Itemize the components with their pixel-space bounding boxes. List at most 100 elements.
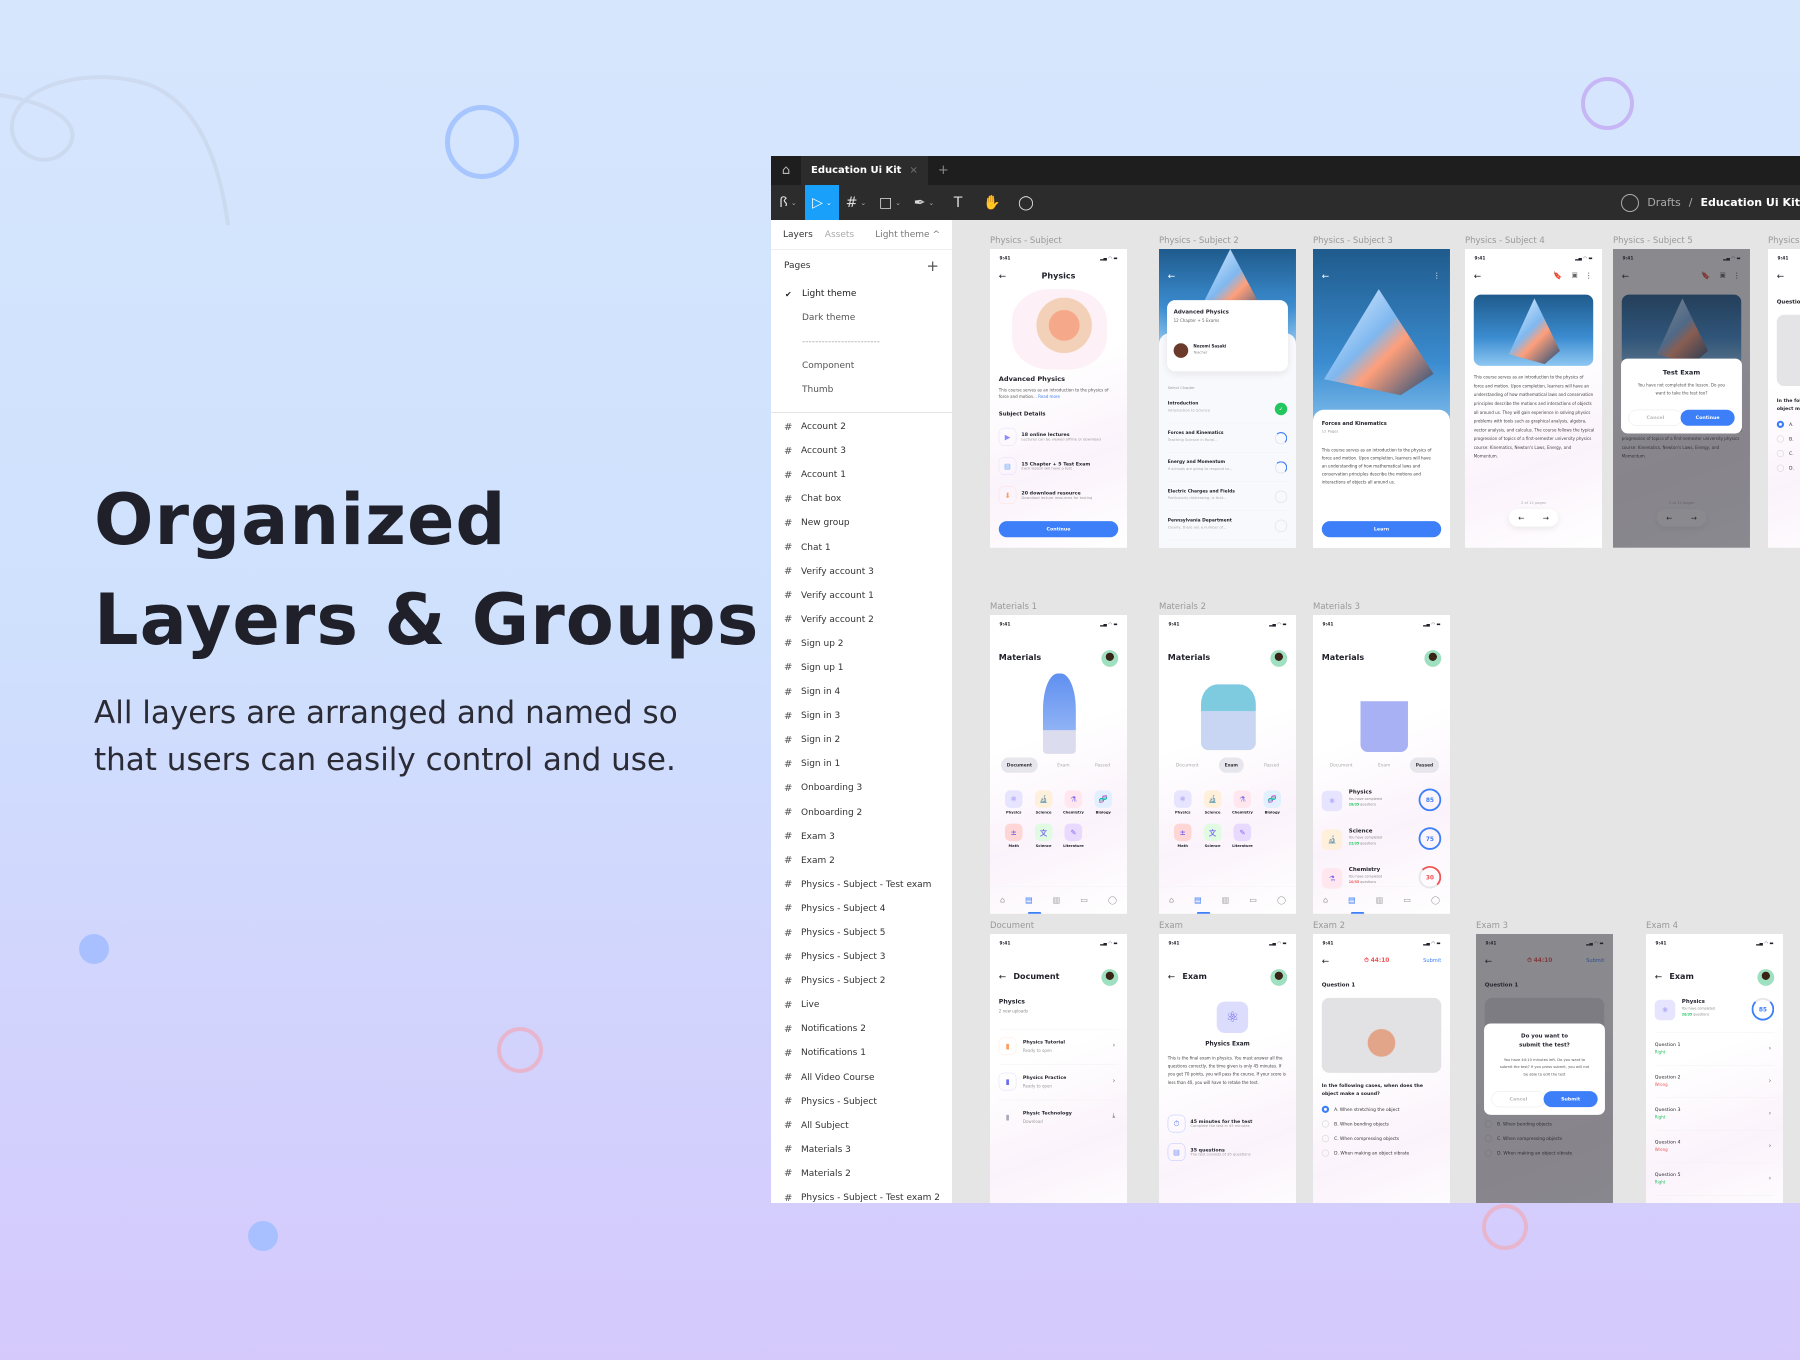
chapter-item[interactable]: Energy and Momentum If schools are going …	[1167, 455, 1288, 482]
layer-item[interactable]: # Verify account 1	[771, 584, 952, 608]
back-arrow-icon[interactable]: ←	[1474, 271, 1481, 281]
frame-label[interactable]: Exam 2	[1313, 921, 1345, 931]
layer-item[interactable]: # Exam 2	[771, 849, 952, 873]
frame-materials-3[interactable]: 9:41 ▂▄ ◠ ▬ Materials Document Exam Passed ⚛ Ph…	[1313, 615, 1450, 914]
document-item[interactable]: ▮ Physics Practice Ready to open ›	[998, 1064, 1119, 1099]
layer-item[interactable]: # All Video Course	[771, 1066, 952, 1090]
answer-option[interactable]: C.	[1776, 449, 1800, 458]
subject-item[interactable]: 文 Science	[1198, 823, 1228, 848]
layer-item[interactable]: # Sign in 4	[771, 680, 952, 704]
more-icon[interactable]: ⋮	[1585, 271, 1592, 280]
radio-button[interactable]	[1776, 420, 1785, 428]
answer-option[interactable]: B. When bending objects	[1321, 1120, 1441, 1128]
chat-icon[interactable]: ▭	[1080, 896, 1088, 905]
tab-passed[interactable]: Passed	[1409, 757, 1440, 773]
layer-item[interactable]: # Physics - Subject - Test exam	[771, 873, 952, 897]
frame-label[interactable]: Exam	[1159, 921, 1183, 931]
tab-exam[interactable]: Exam	[1372, 757, 1396, 772]
frame-exam-4[interactable]: 9:41 ▂▄ ◠ ▬ ← Exam ⚛ Physics You have complete…	[1646, 934, 1783, 1203]
subject-item[interactable]: ⚗ Chemistry	[1227, 790, 1257, 815]
answer-option[interactable]: D.	[1776, 464, 1800, 472]
chart-icon[interactable]: ▥	[1376, 896, 1384, 905]
frame-label[interactable]: Physics - Subject 3	[1313, 236, 1393, 246]
chat-icon[interactable]: ▭	[1403, 896, 1411, 905]
learn-button[interactable]: Learn	[1321, 521, 1442, 538]
pen-tool-button[interactable]: ✒ ⌄	[907, 185, 941, 220]
tab-document[interactable]: Document	[1170, 757, 1204, 772]
radio-button[interactable]	[1321, 1105, 1330, 1113]
move-tool-button[interactable]: ▷ ⌄	[805, 185, 839, 220]
close-icon[interactable]: ×	[909, 165, 917, 176]
hand-tool-button[interactable]: ✋	[975, 185, 1009, 220]
cancel-button[interactable]: Cancel	[1628, 409, 1683, 426]
home-icon[interactable]: ⌂	[1323, 896, 1328, 905]
breadcrumb-file[interactable]: Education Ui Kit	[1701, 196, 1800, 209]
layer-item[interactable]: # Sign in 3	[771, 704, 952, 728]
frame-label[interactable]: Materials 2	[1159, 602, 1206, 612]
cancel-button[interactable]: Cancel	[1491, 1091, 1546, 1108]
add-page-icon[interactable]: +	[926, 257, 939, 275]
layer-item[interactable]: # Physics - Subject 2	[771, 969, 952, 993]
chevron-right-icon[interactable]: ›	[1769, 1044, 1772, 1052]
frame-physics-subject-5[interactable]: 9:41▂▄ ◠ ▬←🔖▣⋮This course serves as an i…	[1613, 249, 1750, 548]
chapter-item[interactable]: Pennsylvania Department Clearly, there ar…	[1167, 514, 1288, 541]
user-avatar-icon[interactable]	[1621, 193, 1640, 212]
layer-item[interactable]: # Account 2	[771, 415, 952, 439]
layer-item[interactable]: # Sign up 1	[771, 656, 952, 680]
layer-item[interactable]: # Physics - Subject - Test exam 2	[771, 1186, 952, 1203]
back-arrow-icon[interactable]: ←	[1322, 271, 1329, 281]
user-avatar[interactable]	[1101, 969, 1119, 986]
frame-label[interactable]: Physics - Subject 2	[1159, 236, 1239, 246]
subject-item[interactable]: 文 Science	[1029, 823, 1059, 848]
continue-button[interactable]: Continue	[1680, 409, 1735, 426]
radio-button[interactable]	[1776, 435, 1785, 443]
layer-item[interactable]: # Sign in 2	[771, 728, 952, 752]
subject-item[interactable]: 🧬 Biology	[1257, 790, 1287, 815]
comment-tool-button[interactable]: ◯	[1009, 185, 1043, 220]
user-avatar[interactable]	[1757, 969, 1775, 986]
submit-button[interactable]: Submit	[1543, 1091, 1598, 1108]
chapter-item[interactable]: Electric Charges and Fields Particularly …	[1167, 485, 1288, 511]
frame-materials-1[interactable]: 9:41 ▂▄ ◠ ▬ Materials Document Exam Passed ⚛ Ph…	[990, 615, 1127, 914]
layer-item[interactable]: # All Subject	[771, 1114, 952, 1138]
chart-icon[interactable]: ▥	[1222, 896, 1230, 905]
file-tab[interactable]: Education Ui Kit ×	[801, 156, 928, 185]
layer-item[interactable]: # Physics - Subject	[771, 1090, 952, 1114]
chevron-right-icon[interactable]: ›	[1769, 1174, 1772, 1182]
frame-label[interactable]: Physics - Subject	[990, 236, 1062, 246]
answer-option[interactable]: A.	[1776, 420, 1800, 428]
radio-button[interactable]	[1321, 1149, 1330, 1157]
subject-item[interactable]: 🔬 Science	[1029, 790, 1059, 815]
subject-item[interactable]: ⚛ Physics	[999, 790, 1029, 815]
tab-exam[interactable]: Exam	[1218, 757, 1244, 773]
frame-exam-3[interactable]: 9:41▂▄ ◠ ▬←⏱ 44:10SubmitQuestion 1In the…	[1476, 934, 1613, 1203]
home-icon[interactable]: ⌂	[1169, 896, 1174, 905]
layer-item[interactable]: # Sign in 1	[771, 752, 952, 776]
frame-tool-button[interactable]: # ⌄	[839, 185, 873, 220]
user-avatar[interactable]	[1270, 650, 1288, 667]
chapter-item[interactable]: Forces and Kinematics Teaching Science in…	[1167, 426, 1288, 453]
layer-item[interactable]: # Physics - Subject 5	[771, 921, 952, 945]
frame-physics-subject-4[interactable]: 9:41 ▂▄ ◠ ▬ ← 🔖 ▣ ⋮ This course serves as an i…	[1465, 249, 1602, 548]
user-avatar[interactable]	[1424, 650, 1442, 667]
subject-item[interactable]: ✎ Literature	[1227, 823, 1257, 848]
layer-item[interactable]: # Sign up 2	[771, 632, 952, 656]
radio-button[interactable]	[1776, 449, 1785, 458]
frame-physics-subject-3[interactable]: 9:41▂▄ ◠ ▬←⋮Forces and Kinematics12 Page…	[1313, 249, 1450, 548]
layer-item[interactable]: # Verify account 3	[771, 560, 952, 584]
back-arrow-icon[interactable]: ←	[1777, 271, 1784, 281]
user-avatar[interactable]	[1101, 650, 1119, 667]
radio-button[interactable]	[1776, 464, 1785, 472]
home-icon[interactable]: ⌂	[1000, 896, 1005, 905]
layer-item[interactable]: # New group	[771, 511, 952, 535]
back-arrow-icon[interactable]: ←	[1168, 971, 1175, 981]
text-tool-button[interactable]: T	[941, 185, 975, 220]
layer-item[interactable]: # Live	[771, 993, 952, 1017]
layer-item[interactable]: # Chat box	[771, 487, 952, 511]
answer-option[interactable]: A. When stretching the object	[1321, 1105, 1441, 1113]
frame-label[interactable]: Exam 3	[1476, 921, 1508, 931]
layer-item[interactable]: # Onboarding 3	[771, 776, 952, 800]
back-arrow-icon[interactable]: ←	[1168, 271, 1175, 281]
chapter-item[interactable]: Introduction Introduction to Science ✓	[1167, 397, 1288, 424]
subject-item[interactable]: ✎ Literature	[1058, 823, 1088, 848]
